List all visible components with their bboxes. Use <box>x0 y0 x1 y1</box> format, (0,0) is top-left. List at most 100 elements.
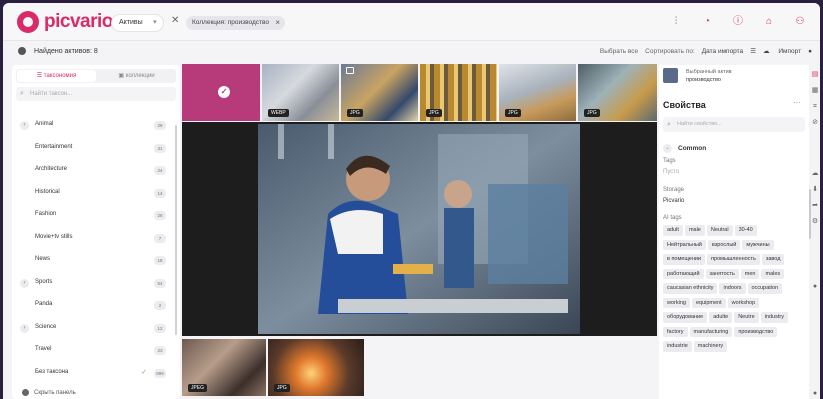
ai-tag[interactable]: промышленность <box>707 254 760 265</box>
ai-tag[interactable]: 30-40 <box>734 225 757 236</box>
section-select[interactable]: Активы ▾ <box>111 14 164 32</box>
collapse-icon[interactable] <box>18 47 26 55</box>
format-badge: JPG <box>347 109 363 117</box>
ai-tag[interactable]: работающий <box>663 268 704 279</box>
ai-tag[interactable]: factory <box>663 326 688 337</box>
expand-arrow-icon[interactable]: › <box>20 323 29 333</box>
ai-tag[interactable]: male <box>684 225 705 236</box>
format-badge: JPG <box>505 109 521 117</box>
ai-tag[interactable]: занятость <box>705 268 739 279</box>
ai-tag[interactable]: men <box>740 268 760 279</box>
ai-tag[interactable]: оборудование <box>663 312 708 323</box>
sidebar-item-count: 7 <box>154 233 166 243</box>
trash-icon[interactable]: ▦ <box>811 87 819 95</box>
download-icon[interactable]: ⬇ <box>811 186 819 194</box>
asset-thumb[interactable]: JPG <box>268 339 364 396</box>
settings-icon[interactable]: ● <box>808 48 812 55</box>
help-icon[interactable]: ● <box>811 390 819 398</box>
sidebar-item-label: Movie+tv stills <box>35 233 73 240</box>
sidebar-item[interactable]: Без таксона ✓ 899 <box>12 363 180 386</box>
sidebar-item-label: Entertainment <box>35 143 73 150</box>
inbox-icon[interactable]: ⌂ <box>758 11 780 33</box>
ai-tag[interactable]: males <box>761 268 785 279</box>
selected-asset: Выбранный актив производство <box>663 68 732 84</box>
asset-thumb[interactable]: ✓ <box>182 64 260 121</box>
expand-arrow-icon[interactable]: › <box>20 278 29 288</box>
asset-preview[interactable] <box>182 122 657 336</box>
asset-thumb[interactable]: JPG <box>499 64 576 121</box>
ai-tag[interactable]: working <box>663 297 690 308</box>
asset-thumb[interactable]: JPEG <box>182 339 266 396</box>
sort-select[interactable]: Дата импорта <box>702 48 743 55</box>
taxonomy-list: › Animal 29 Entertainment 31 Architecture 24 Hi… <box>12 115 180 385</box>
hide-panel-button[interactable]: Скрыть панель <box>22 389 76 396</box>
cloud-icon[interactable]: ☁ <box>811 170 819 178</box>
ai-tag[interactable]: adult <box>663 225 683 236</box>
sidebar-item[interactable]: Historical 14 <box>12 183 180 206</box>
chat-icon[interactable]: ● <box>811 283 819 291</box>
search-icon: ⌕ <box>20 90 24 97</box>
selected-asset-label: Выбранный актив <box>686 69 732 75</box>
sort-label: Сортировать по: <box>645 47 695 55</box>
property-search-input[interactable]: ⌕ Найти свойство... <box>663 117 805 132</box>
bell-icon[interactable]: ◔ <box>696 11 718 33</box>
tab-collections[interactable]: ▣ коллекции <box>97 69 176 83</box>
ai-tag[interactable]: мужчины <box>742 239 774 250</box>
asset-thumb[interactable]: JPG <box>420 64 497 121</box>
logo[interactable]: picvario <box>17 11 113 33</box>
sidebar-item[interactable]: Fashion 26 <box>12 205 180 228</box>
ai-tag[interactable]: machinery <box>693 341 728 352</box>
ai-tag[interactable]: Neutre <box>734 312 759 323</box>
ai-tag[interactable]: Neutral <box>706 225 733 236</box>
remove-filter-icon[interactable]: × <box>275 16 280 30</box>
expand-arrow-icon[interactable]: › <box>20 121 29 130</box>
ai-tag[interactable]: industrie <box>663 341 692 352</box>
hide-panel-label: Скрыть панель <box>34 389 76 396</box>
group-common[interactable]: ⌄ Common <box>663 144 706 153</box>
ai-tag[interactable]: в помещении <box>663 254 706 265</box>
ai-tag[interactable]: Нейтральный <box>663 239 706 250</box>
ai-tag[interactable]: workshop <box>727 297 760 308</box>
sidebar-item[interactable]: Travel 23 <box>12 340 180 363</box>
sort-direction-icon[interactable]: ☰ <box>750 47 756 55</box>
ai-tag[interactable]: indoors <box>719 283 746 294</box>
ai-tag[interactable]: manufacturing <box>689 326 733 337</box>
ai-tag[interactable]: завод <box>761 254 785 265</box>
ai-tag[interactable]: equipment <box>691 297 726 308</box>
user-icon[interactable]: ⚇ <box>789 11 811 33</box>
crop-icon[interactable]: ⌗ <box>811 103 819 111</box>
link-icon[interactable]: ⊘ <box>811 119 819 127</box>
ai-tag[interactable]: производство <box>734 326 778 337</box>
filter-sliders-icon[interactable]: ⫶ <box>665 11 687 33</box>
asset-thumb[interactable]: WEBP <box>262 64 339 121</box>
sidebar-item[interactable]: Architecture 24 <box>12 160 180 183</box>
asset-thumb[interactable]: JPG <box>341 64 418 121</box>
import-button[interactable]: ☁ Импорт <box>763 47 801 55</box>
properties-tab-icon[interactable]: ▤ <box>811 71 819 79</box>
ai-tag[interactable]: industry <box>760 312 788 323</box>
sidebar-item[interactable]: News 18 <box>12 250 180 273</box>
clear-filters-icon[interactable]: ✕ <box>171 15 179 26</box>
storage-value: Picvario <box>663 198 685 204</box>
sidebar-item[interactable]: Panda 2 <box>12 295 180 318</box>
ai-tag[interactable]: adulte <box>709 312 733 323</box>
sidebar-item[interactable]: Movie+tv stills 7 <box>12 228 180 251</box>
sidebar-scrollbar[interactable] <box>175 125 177 335</box>
sidebar-item-count: 23 <box>154 346 166 355</box>
more-options-icon[interactable]: ··· <box>793 98 801 107</box>
taxon-search-input[interactable]: ⌕ Найти таксон... <box>16 87 176 101</box>
tab-taxonomy[interactable]: ☰ таксономия <box>17 70 96 82</box>
settings-icon[interactable]: ⚙ <box>811 218 819 226</box>
sidebar-item[interactable]: › Animal 29 <box>12 115 180 138</box>
ai-tag[interactable]: occupation <box>747 283 783 294</box>
tags-value[interactable]: Пусто <box>663 169 679 175</box>
info-icon[interactable]: ⓘ <box>727 11 749 33</box>
ai-tag[interactable]: caucasian ethnicity <box>663 283 718 294</box>
ai-tag[interactable]: взрослый <box>707 239 741 250</box>
sidebar-item[interactable]: › Sports 54 <box>12 273 180 296</box>
sidebar-item[interactable]: › Science 12 <box>12 318 180 341</box>
select-all-button[interactable]: Выбрать все <box>600 48 638 55</box>
sidebar-item[interactable]: Entertainment 31 <box>12 138 180 161</box>
asset-thumb[interactable]: JPG <box>578 64 657 121</box>
share-icon[interactable]: ➦ <box>811 202 819 210</box>
